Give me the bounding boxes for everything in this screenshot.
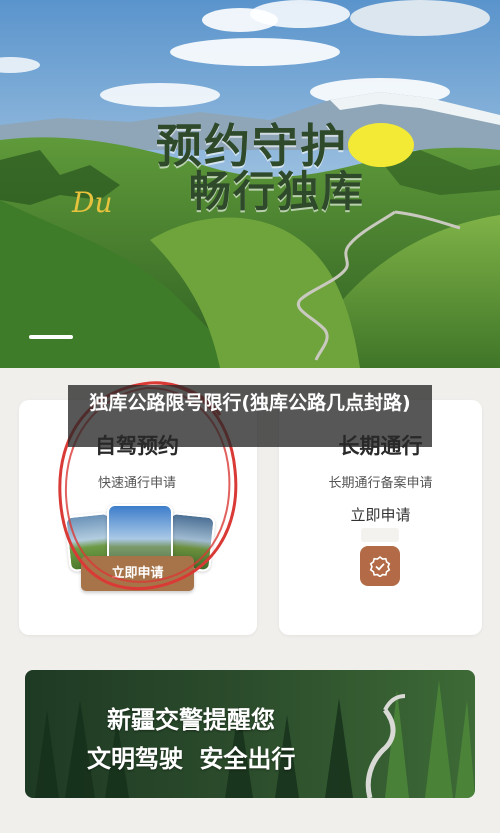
banner-line2: 文明驾驶 安全出行: [87, 745, 296, 773]
long-term-subtitle: 长期通行备案申请: [328, 476, 433, 491]
hero-title-line1: 预约守护: [156, 119, 348, 173]
police-notice-banner[interactable]: 新疆交警提醒您 文明驾驶 安全出行: [25, 670, 475, 798]
self-drive-apply-button[interactable]: 立即申请: [81, 556, 194, 591]
carousel-indicator[interactable]: [29, 335, 73, 339]
hero-title-line2: 畅行独库: [188, 167, 365, 217]
self-drive-subtitle: 快速通行申请: [97, 476, 176, 491]
banner-line1: 新疆交警提醒您: [107, 706, 275, 734]
hero-title: 预约守护 畅行独库: [92, 122, 412, 214]
badge-check-icon[interactable]: [360, 546, 400, 586]
hero-banner[interactable]: Du 预约守护 畅行独库: [0, 0, 500, 368]
icon-shadow: [361, 528, 399, 542]
article-title-overlay: 独库公路限号限行(独库公路几点封路): [68, 385, 432, 447]
long-term-apply-link[interactable]: 立即申请: [279, 504, 482, 525]
